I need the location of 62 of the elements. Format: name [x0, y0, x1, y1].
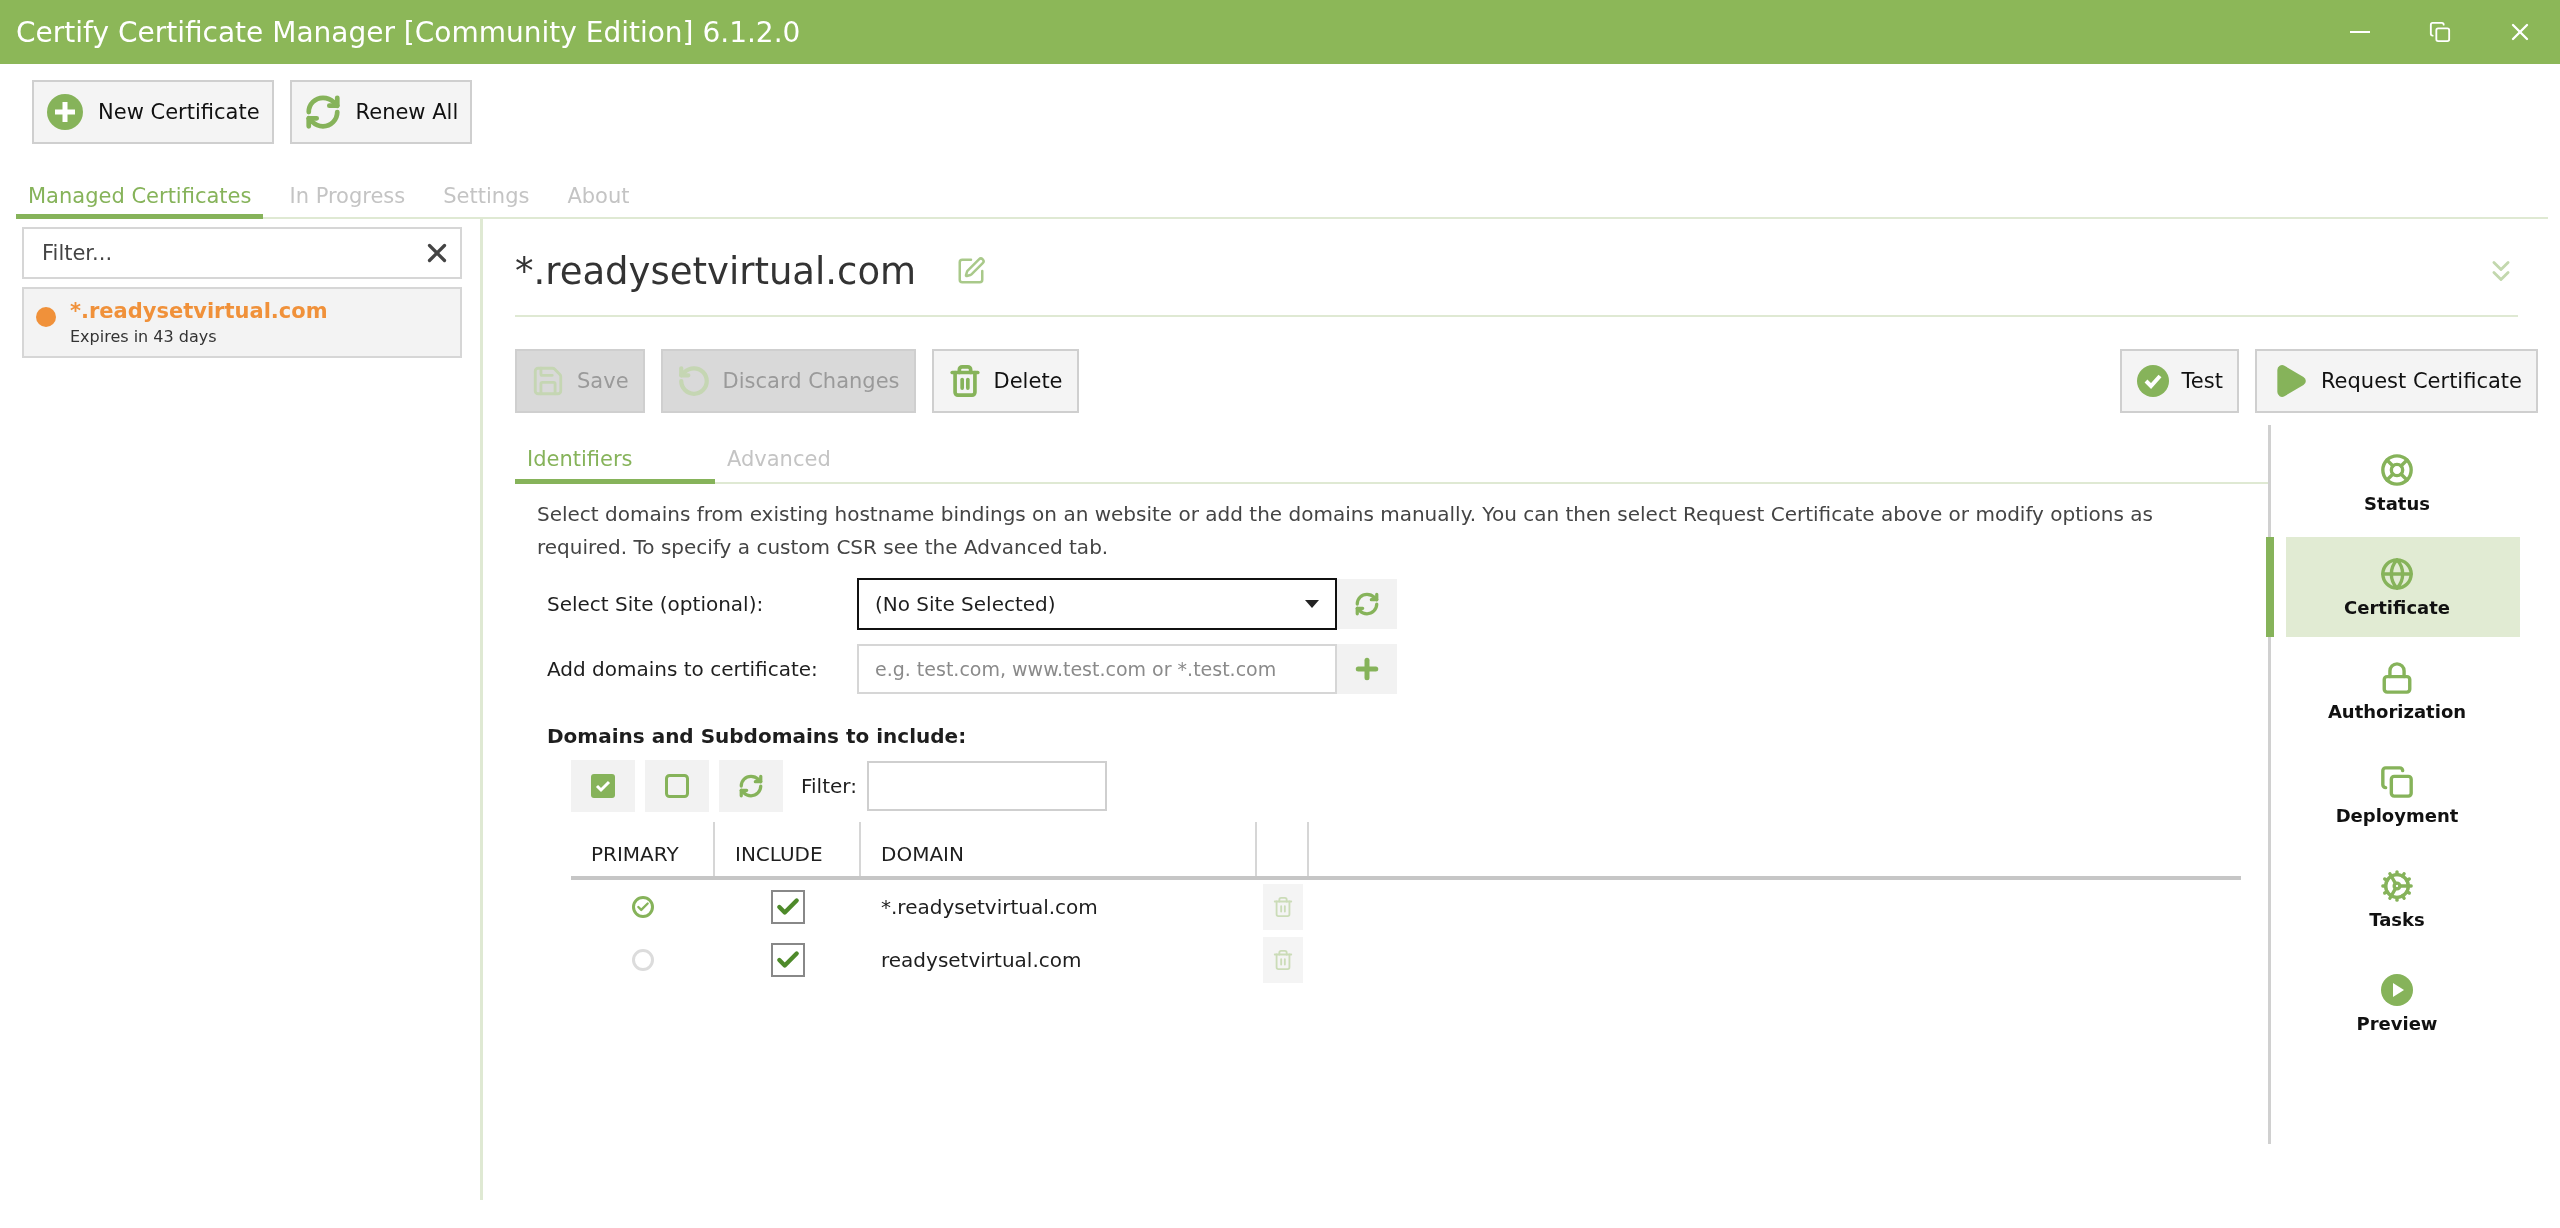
nav-item[interactable]: Tasks — [2266, 849, 2520, 949]
domain-cell-text: readysetvirtual.com — [880, 947, 1083, 972]
globe-icon — [2380, 556, 2414, 591]
checked-box-icon — [591, 774, 615, 798]
certificate-list-item[interactable]: *.readysetvirtual.com Expires in 43 days — [22, 287, 462, 358]
select-all-button[interactable] — [571, 760, 635, 812]
primary-radio[interactable] — [632, 895, 654, 918]
nav-item[interactable]: Certificate — [2266, 537, 2520, 637]
copy-icon — [2380, 764, 2414, 799]
domain-filter-field[interactable] — [866, 761, 1107, 811]
lock-icon — [2380, 660, 2414, 695]
domains-input-field[interactable]: e.g. test.com, www.test.com or *.test.com — [857, 644, 1337, 694]
undo-icon — [676, 364, 711, 398]
trash-icon — [1272, 948, 1294, 971]
column-header: DOMAIN — [861, 822, 1257, 876]
include-checkbox[interactable] — [771, 942, 805, 977]
include-checkbox[interactable] — [771, 889, 805, 924]
check-circle-icon — [2135, 364, 2170, 398]
domain-cell-text: *.readysetvirtual.com — [880, 894, 1099, 919]
renew-all-button[interactable]: Renew All — [289, 80, 473, 144]
test-button[interactable]: Test — [2119, 349, 2239, 413]
field-label: Add domains to certificate: — [547, 657, 819, 681]
trash-icon — [1272, 895, 1294, 918]
section-heading: Domains and Subdomains to include: — [547, 724, 968, 748]
expiry-text: Expires in 43 days — [70, 327, 218, 346]
site-dropdown[interactable]: (No Site Selected) — [857, 578, 1337, 630]
delete-row-button[interactable] — [1263, 936, 1303, 983]
check-icon — [636, 899, 650, 914]
minimize-icon — [2350, 31, 2370, 33]
field-label: Select Site (optional): — [547, 592, 765, 616]
filter-label: Filter: — [801, 774, 857, 798]
nav-item[interactable]: Status — [2266, 433, 2520, 533]
column-header: PRIMARY — [571, 822, 715, 876]
nav-item[interactable]: Preview — [2266, 953, 2520, 1053]
refresh-button[interactable] — [719, 760, 783, 812]
plus-circle-icon — [46, 93, 84, 131]
select-none-button[interactable] — [645, 760, 709, 812]
nav-item[interactable]: Deployment — [2266, 745, 2520, 845]
filter-field[interactable]: Filter... — [22, 227, 462, 279]
delete-row-button[interactable] — [1263, 883, 1303, 930]
refresh-icon — [1354, 591, 1380, 617]
add-button[interactable] — [1337, 644, 1397, 694]
restore-icon — [2429, 21, 2451, 43]
lifebuoy-icon — [2380, 452, 2414, 487]
certificate-title: *.readysetvirtual.com — [515, 249, 917, 293]
new-certificate-button[interactable]: New Certificate — [32, 80, 274, 144]
refresh-button[interactable] — [1337, 579, 1397, 629]
dropdown-caret-icon — [1305, 600, 1319, 608]
edit-icon[interactable] — [956, 256, 987, 286]
empty-box-icon — [665, 774, 689, 798]
column-header: INCLUDE — [715, 822, 861, 876]
nav-item[interactable]: Authorization — [2266, 641, 2520, 741]
refresh-icon — [738, 773, 764, 799]
gears-icon — [2380, 868, 2414, 903]
refresh-icon — [303, 93, 342, 131]
certificate-name: *.readysetvirtual.com — [70, 299, 328, 323]
description-text: Select domains from existing hostname bindings on an website or add the domains manually. You can then select Request Certificate above or modify options as required. To specify a custom CSR see the Advanced tab. — [537, 501, 2154, 561]
request-certificate-button[interactable]: Request Certificate — [2254, 349, 2538, 413]
play-circle-icon — [2380, 972, 2414, 1007]
trash-icon — [947, 364, 982, 398]
delete-button[interactable]: Delete — [931, 349, 1079, 413]
window-title: Certify Certificate Manager [Community Edition] 6.1.2.0 — [16, 15, 802, 49]
